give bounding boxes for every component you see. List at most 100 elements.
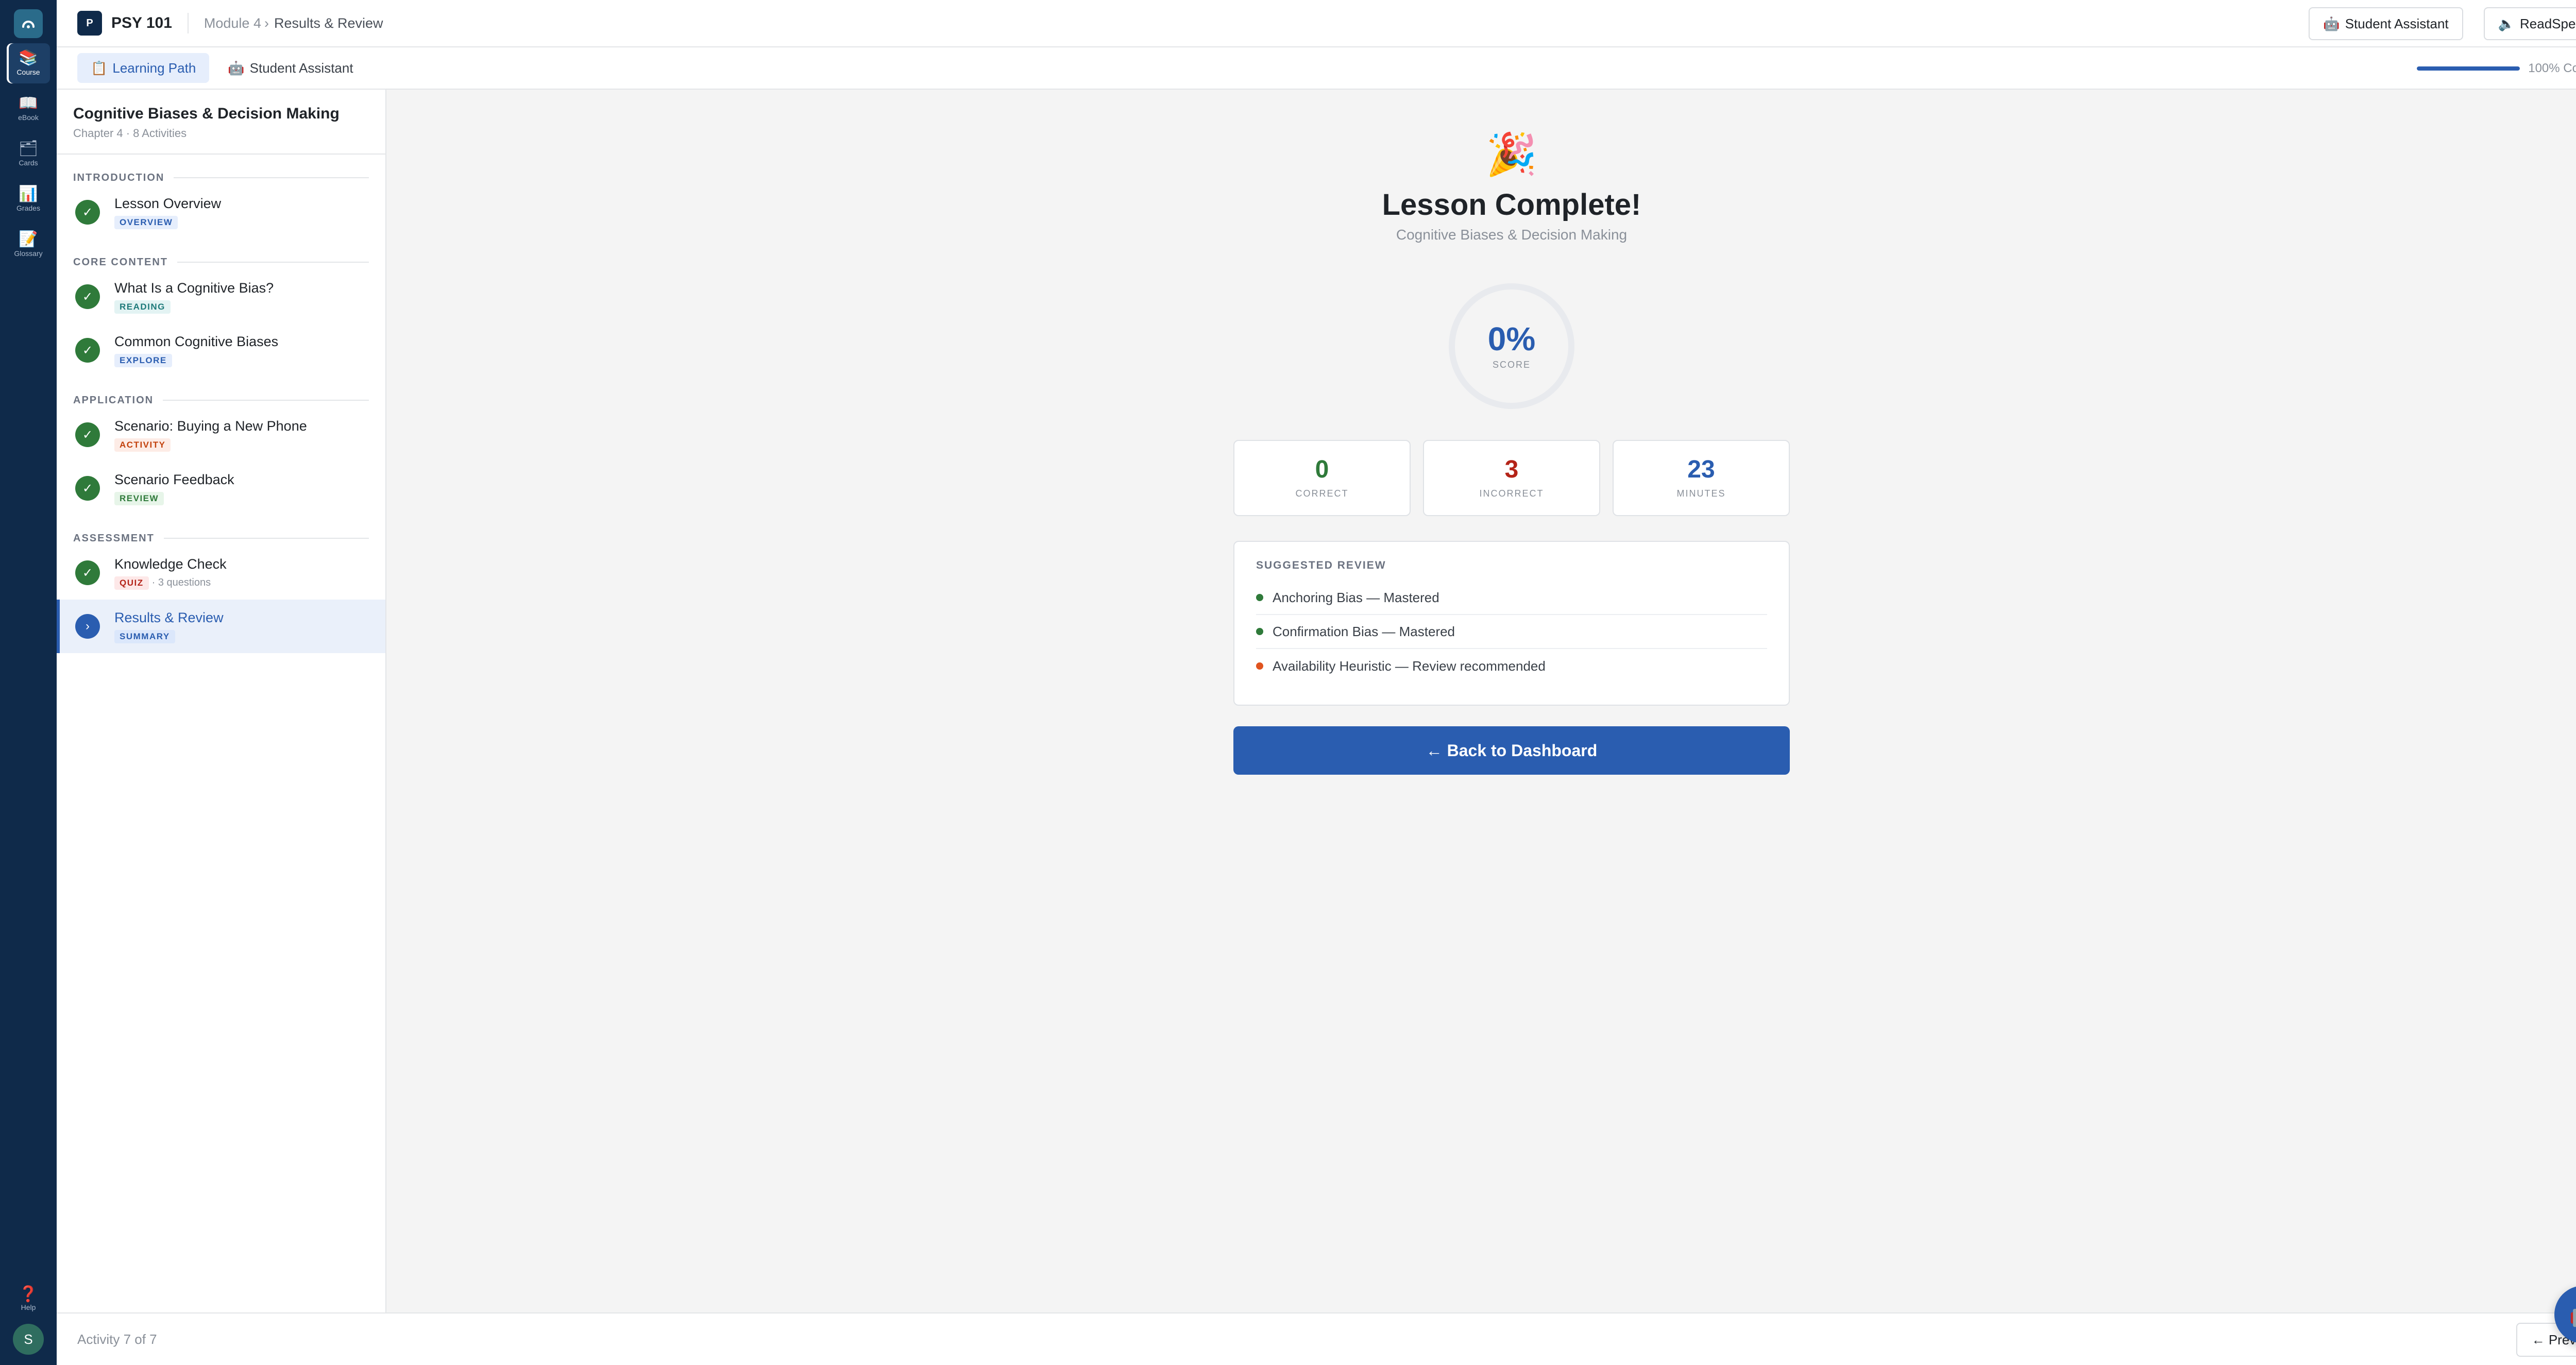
lesson-name: What Is a Cognitive Bias? [114, 280, 274, 296]
divider [187, 13, 189, 33]
lesson-item-overview[interactable]: ✓ Lesson Overview OVERVIEW [57, 185, 385, 239]
section-divider [174, 177, 369, 178]
section-divider [163, 400, 369, 401]
review-item: Confirmation Bias — Mastered [1256, 615, 1767, 649]
score-value: 0% [1487, 320, 1536, 357]
readspeaker-button[interactable]: 🔈 ReadSpeaker [2483, 7, 2576, 40]
rail-item-label: Course [16, 68, 40, 76]
progress-label: 100% Complete [2528, 61, 2576, 75]
course-badge: P [77, 11, 102, 36]
status-dot-icon [1256, 594, 1263, 601]
status-dot-icon [1256, 628, 1263, 635]
page-subtitle: Cognitive Biases & Decision Making [1396, 227, 1628, 243]
lesson-name: Results & Review [114, 609, 224, 625]
books-icon: 📚 [19, 49, 38, 66]
breadcrumb-module[interactable]: Module 4 [204, 15, 261, 31]
tab-learning-path[interactable]: 📋 Learning Path [77, 53, 210, 83]
lesson-tag: QUIZ [114, 576, 149, 590]
main-content: 🎉 Lesson Complete! Cognitive Biases & De… [387, 90, 2576, 1312]
checkmark-icon: ✓ [75, 200, 100, 225]
lesson-name: Lesson Overview [114, 195, 222, 211]
user-avatar[interactable]: S [13, 1324, 44, 1355]
review-item: Anchoring Bias — Mastered [1256, 581, 1767, 615]
section-label-introduction: INTRODUCTION [57, 170, 385, 185]
lesson-item-common-biases[interactable]: ✓ Common Cognitive Biases EXPLORE [57, 323, 385, 377]
lesson-name: Scenario Feedback [114, 471, 234, 487]
rail-item-label: Cards [19, 159, 38, 167]
lesson-item-knowledge-check[interactable]: ✓ Knowledge Check QUIZ · 3 questions [57, 546, 385, 600]
rail-item-label: Grades [16, 204, 40, 212]
review-item-text: Confirmation Bias — Mastered [1273, 623, 1455, 639]
course-title[interactable]: PSY 101 [111, 14, 172, 32]
readspeaker-label: ReadSpeaker [2520, 15, 2576, 31]
lesson-meta: OVERVIEW [114, 215, 221, 229]
tab-student-assistant[interactable]: 🤖 Student Assistant [214, 53, 366, 83]
party-popper-icon: 🎉 [1486, 131, 1537, 177]
lesson-tag: SUMMARY [114, 629, 175, 643]
rail-item-ebook[interactable]: 📖 eBook [7, 89, 50, 129]
section-label-application: APPLICATION [57, 393, 385, 408]
stat-card-correct: 0 CORRECT [1233, 440, 1411, 516]
rail-item-help[interactable]: ❓ Help [19, 1285, 38, 1311]
chevron-right-icon: › [75, 614, 100, 639]
lesson-meta: QUIZ · 3 questions [114, 576, 227, 590]
progress-track [2417, 66, 2520, 71]
top-actions: 🤖 Student Assistant 🔈 ReadSpeaker [2309, 7, 2576, 40]
review-item-text: Anchoring Bias — Mastered [1273, 589, 1439, 605]
stats-row: 0 CORRECT 3 INCORRECT 23 MINUTES [1233, 440, 1790, 516]
back-to-dashboard-button[interactable]: ← Back to Dashboard [1233, 726, 1790, 775]
app-rail: 📚 Course 📖 eBook 🗂 Cards 📊 Grades 📝 Glos… [0, 0, 57, 1365]
lesson-item-scenario-phone[interactable]: ✓ Scenario: Buying a New Phone ACTIVITY [57, 408, 385, 462]
lesson-extra: · 3 questions [151, 577, 211, 588]
card-index-icon: 🗂 [18, 140, 39, 157]
checkmark-icon: ✓ [75, 422, 100, 447]
lesson-item-scenario-feedback[interactable]: ✓ Scenario Feedback REVIEW [57, 462, 385, 515]
bar-chart-icon: 📊 [19, 185, 38, 202]
lesson-item-what-is-bias[interactable]: ✓ What Is a Cognitive Bias? READING [57, 270, 385, 323]
activity-counter: Activity 7 of 7 [77, 1331, 157, 1347]
chapter-subtitle: Chapter 4 · 8 Activities [73, 127, 187, 140]
checkmark-icon: ✓ [75, 476, 100, 501]
rail-item-cards[interactable]: 🗂 Cards [7, 134, 50, 174]
stat-label: MINUTES [1676, 488, 1726, 499]
tab-label: Learning Path [112, 60, 196, 76]
robot-icon: 🤖 [2323, 15, 2340, 31]
robot-icon: 🤖 [228, 60, 245, 76]
student-assistant-label: Student Assistant [2345, 15, 2449, 31]
student-assistant-button[interactable]: 🤖 Student Assistant [2309, 7, 2463, 40]
bottom-bar: Activity 7 of 7 ← Previous [57, 1312, 2576, 1365]
score-ring: 0% SCORE [1449, 283, 1574, 409]
rail-item-label: eBook [18, 113, 39, 122]
review-item-text: Availability Heuristic — Review recommen… [1273, 658, 1546, 674]
rail-item-course[interactable]: 📚 Course [7, 43, 50, 83]
score-label: SCORE [1492, 359, 1531, 370]
section-label-core-content: CORE CONTENT [57, 254, 385, 270]
rail-item-glossary[interactable]: 📝 Glossary [7, 225, 50, 265]
tab-label: Student Assistant [249, 60, 353, 76]
tab-bar: 📋 Learning Path 🤖 Student Assistant 100%… [57, 47, 2576, 90]
stat-label: INCORRECT [1479, 488, 1544, 499]
learning-path-sidebar: Cognitive Biases & Decision Making Chapt… [57, 90, 386, 1312]
lesson-item-results-review[interactable]: › Results & Review SUMMARY [57, 600, 385, 653]
rail-item-label: Help [21, 1303, 36, 1311]
logo-icon [22, 21, 35, 28]
suggested-review-card: SUGGESTED REVIEW Anchoring Bias — Master… [1233, 541, 1790, 706]
sidebar-header: Cognitive Biases & Decision Making Chapt… [57, 90, 385, 155]
question-icon: ❓ [19, 1286, 38, 1303]
lesson-body: Scenario: Buying a New Phone ACTIVITY [114, 418, 307, 452]
suggested-review-title: SUGGESTED REVIEW [1256, 559, 1386, 571]
status-dot-icon [1256, 662, 1263, 670]
stat-card-incorrect: 3 INCORRECT [1423, 440, 1600, 516]
lesson-body: Results & Review SUMMARY [114, 610, 224, 643]
chapter-title: Cognitive Biases & Decision Making [73, 105, 340, 122]
lesson-body: What Is a Cognitive Bias? READING [114, 280, 274, 314]
lesson-tag: READING [114, 300, 171, 314]
lesson-name: Knowledge Check [114, 556, 227, 572]
rail-item-grades[interactable]: 📊 Grades [7, 179, 50, 219]
lesson-meta: EXPLORE [114, 353, 278, 367]
breadcrumb-separator: › [264, 15, 269, 31]
clipboard-icon: 📋 [91, 60, 108, 76]
breadcrumb-current: Results & Review [274, 15, 383, 31]
app-logo[interactable] [14, 9, 43, 38]
review-item: Availability Heuristic — Review recommen… [1256, 649, 1767, 683]
